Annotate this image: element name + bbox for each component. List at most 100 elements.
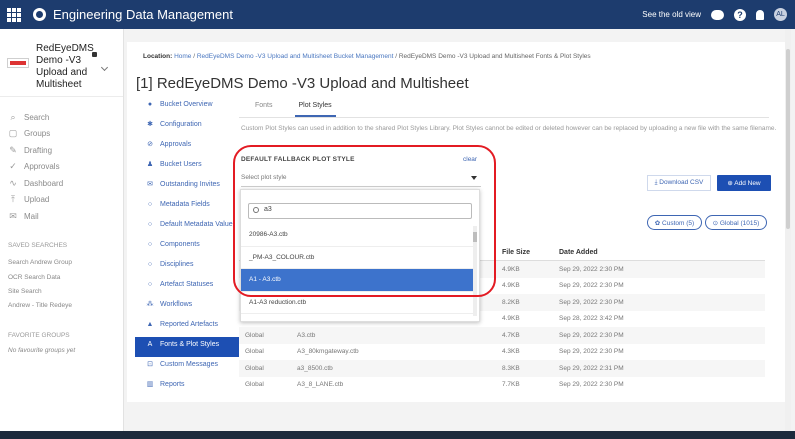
- subnav-item-bucket-users[interactable]: ♟ Bucket Users: [135, 157, 239, 177]
- cell-name: a3_8500.ctb: [297, 364, 333, 372]
- tab-fonts[interactable]: Fonts: [255, 102, 287, 117]
- saved-search-link[interactable]: Andrew - Title Redeye: [8, 302, 72, 309]
- pencil-icon: ✎: [9, 144, 17, 155]
- apps-grid-icon[interactable]: [7, 7, 21, 22]
- sidebar-item-approvals[interactable]: ✓ Approvals: [0, 159, 124, 176]
- subnav-item-label: Reports: [160, 381, 185, 388]
- sidebar-item-label: Mail: [24, 211, 39, 221]
- subnav-item-label: Default Metadata Value: [160, 221, 233, 228]
- sidebar-item-label: Approvals: [24, 162, 60, 172]
- upload-icon: ⤒: [11, 194, 15, 205]
- cell-scope: Global: [245, 381, 264, 389]
- subnav-item-label: Reported Artefacts: [160, 321, 218, 328]
- app-title: Engineering Data Management: [53, 7, 233, 22]
- sidebar-item-mail[interactable]: ✉ Mail: [0, 208, 124, 225]
- plot-styles-description: Custom Plot Styles can used in addition …: [241, 125, 777, 132]
- subnav-item-bucket-overview[interactable]: ● Bucket Overview: [135, 97, 239, 117]
- saved-search-link[interactable]: Site Search: [8, 288, 42, 295]
- info-icon: ●: [147, 101, 153, 108]
- subnav-item-disciplines[interactable]: ○ Disciplines: [135, 257, 239, 277]
- subnav-item-workflows[interactable]: ⁂ Workflows: [135, 297, 239, 317]
- breadcrumb-home[interactable]: Home: [174, 53, 191, 60]
- report-icon: ▥: [146, 381, 154, 388]
- subnav-item-label: Bucket Overview: [160, 101, 213, 108]
- subnav-item-approvals[interactable]: ⊘ Approvals: [135, 137, 239, 157]
- subnav-item-fonts-plot-styles[interactable]: A Fonts & Plot Styles: [135, 337, 239, 357]
- bell-icon[interactable]: [756, 9, 764, 20]
- cell-date: Sep 29, 2022 2:30 PM: [559, 331, 624, 339]
- user-icon: ♟: [146, 161, 154, 168]
- subnav-item-label: Workflows: [160, 301, 193, 308]
- breadcrumb-project[interactable]: RedEyeDMS Demo -V3 Upload and Multisheet…: [197, 53, 394, 60]
- cell-size: 4.9KB: [502, 282, 520, 290]
- circle-icon: ○: [147, 201, 153, 208]
- workflow-icon: ⁂: [146, 301, 154, 308]
- circle-icon: ○: [147, 261, 153, 268]
- subnav-item-outstanding-invites[interactable]: ✉ Outstanding Invites: [135, 177, 239, 197]
- subnav-item-label: Fonts & Plot Styles: [160, 341, 220, 348]
- global-filter-button[interactable]: ⊙ Global (1015): [705, 215, 767, 230]
- table-row[interactable]: Global a3_8500.ctb 8.3KB Sep 29, 2022 2:31 …: [239, 360, 765, 377]
- mail-icon: ✉: [9, 210, 17, 221]
- page-scrollbar[interactable]: [785, 29, 791, 431]
- sidebar-item-dashboard[interactable]: ∿ Dashboard: [0, 175, 124, 192]
- top-bar: Engineering Data Management See the old …: [0, 0, 795, 29]
- gear-logo-icon: [33, 8, 46, 21]
- breadcrumb-current: RedEyeDMS Demo -V3 Upload and Multisheet…: [398, 53, 591, 60]
- circle-icon: ○: [147, 281, 153, 288]
- project-card[interactable]: RedEyeDMS Demo -V3 Upload and Multisheet: [0, 29, 123, 97]
- breadcrumb-label: Location:: [143, 53, 173, 60]
- help-icon[interactable]: ?: [734, 8, 746, 21]
- subnav-item-artefact-statuses[interactable]: ○ Artefact Statuses: [135, 277, 239, 297]
- tab-divider: [239, 117, 769, 118]
- subnav-item-components[interactable]: ○ Components: [135, 237, 239, 257]
- table-row[interactable]: Global A3_80kmgateway.ctb 4.3KB Sep 29, 202…: [239, 344, 765, 361]
- subnav-item-custom-messages[interactable]: ⊡ Custom Messages: [135, 357, 239, 377]
- cell-name: A3_8_LANE.ctb: [297, 381, 344, 389]
- envelope-icon: ✉: [147, 181, 153, 188]
- add-new-button[interactable]: ⊕ Add New: [717, 175, 771, 191]
- subnav-item-default-metadata-value[interactable]: ○ Default Metadata Value: [135, 217, 239, 237]
- tab-plot-styles[interactable]: Plot Styles: [294, 102, 336, 117]
- table-row[interactable]: Global A3.ctb 4.7KB Sep 29, 2022 2:30 PM: [239, 327, 765, 344]
- check-icon: ✓: [9, 161, 17, 172]
- annotation-highlight: [233, 145, 496, 297]
- table-row[interactable]: Global A3_8_LANE.ctb 7.7KB Sep 29, 2022 2:3…: [239, 377, 765, 394]
- favorite-groups-title: FAVORITE GROUPS: [8, 332, 70, 339]
- sidebar-item-drafting[interactable]: ✎ Drafting: [0, 142, 124, 159]
- subnav-item-label: Outstanding Invites: [160, 181, 220, 188]
- cell-date: Sep 29, 2022 2:30 PM: [559, 265, 624, 273]
- gear-icon: ✱: [147, 121, 153, 128]
- subnav-item-configuration[interactable]: ✱ Configuration: [135, 117, 239, 137]
- cell-size: 4.7KB: [502, 331, 520, 339]
- custom-filter-button[interactable]: ✿ Custom (5): [647, 215, 702, 230]
- breadcrumb-separator: /: [193, 53, 196, 60]
- chat-icon[interactable]: [711, 9, 724, 20]
- download-csv-button[interactable]: ⤓ Download CSV: [647, 175, 711, 191]
- cell-size: 4.3KB: [502, 348, 520, 356]
- see-old-view-link[interactable]: See the old view: [642, 10, 701, 19]
- subnav-item-reports[interactable]: ▥ Reports: [135, 377, 239, 397]
- sidebar-item-groups[interactable]: ▢ Groups: [0, 126, 124, 143]
- chevron-down-icon[interactable]: [100, 63, 109, 72]
- groups-icon: ▢: [8, 128, 18, 139]
- breadcrumb: Location: Home / RedEyeDMS Demo -V3 Uplo…: [143, 53, 591, 60]
- sidebar-item-upload[interactable]: ⤒ Upload: [0, 192, 124, 209]
- saved-search-link[interactable]: Search Andrew Group: [8, 259, 72, 266]
- column-header-file-size[interactable]: File Size: [502, 249, 559, 256]
- subnav-item-metadata-fields[interactable]: ○ Metadata Fields: [135, 197, 239, 217]
- project-name: RedEyeDMS Demo -V3 Upload and Multisheet: [36, 43, 94, 90]
- avatar[interactable]: AL: [774, 8, 787, 21]
- subnav-item-label: Custom Messages: [160, 361, 218, 368]
- sidebar-item-search[interactable]: ⌕ Search: [0, 109, 124, 126]
- breadcrumb-separator: /: [395, 53, 398, 60]
- lock-icon: [92, 52, 97, 57]
- sidebar-item-label: Dashboard: [24, 178, 64, 188]
- saved-search-link[interactable]: OCR Search Data: [8, 274, 60, 281]
- page-title: [1] RedEyeDMS Demo -V3 Upload and Multis…: [136, 75, 469, 92]
- sidebar-item-label: Search: [24, 112, 50, 122]
- sidebar-item-label: Upload: [24, 195, 50, 205]
- column-header-date-added[interactable]: Date Added: [559, 249, 759, 256]
- favorite-groups-empty: No favourite groups yet: [8, 347, 76, 354]
- subnav-item-reported-artefacts[interactable]: ▲ Reported Artefacts: [135, 317, 239, 337]
